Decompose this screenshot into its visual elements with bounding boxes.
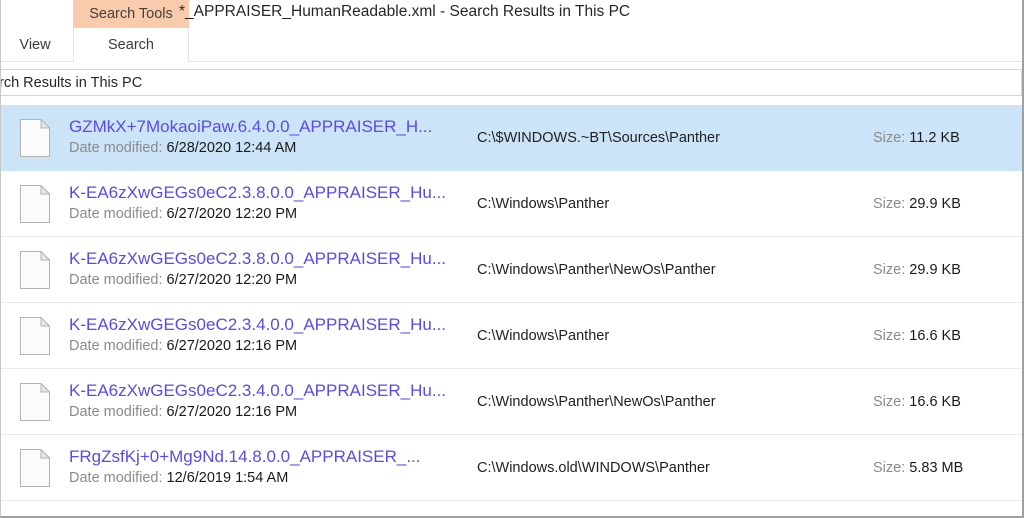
file-date-modified: Date modified: 6/27/2020 12:16 PM [69,339,469,355]
file-icon-cell [1,449,69,487]
size-label: Size: [873,130,905,146]
tab-search[interactable]: Search [73,28,189,62]
document-icon [20,251,50,289]
file-row[interactable]: GZMkX+7MokaoiPaw.6.4.0.0_APPRAISER_H... D… [1,105,1022,171]
file-name-cell: FRgZsfKj+0+Mg9Nd.14.8.0.0_APPRAISER_... D… [69,448,469,488]
size-value: 16.6 KB [909,394,961,410]
file-size: Size: 29.9 KB [869,196,1022,212]
file-date-modified: Date modified: 12/6/2019 1:54 AM [69,471,469,487]
file-size: Size: 16.6 KB [869,328,1022,344]
document-icon [20,317,50,355]
size-label: Size: [873,328,905,344]
size-label: Size: [873,262,905,278]
file-name[interactable]: K-EA6zXwGEGs0eC2.3.8.0.0_APPRAISER_Hu... [69,184,469,203]
address-bar[interactable]: rch Results in This PC [0,69,1022,96]
file-path: C:\Windows\Panther [469,196,869,212]
tab-view[interactable]: View [9,28,61,62]
date-modified-value: 6/27/2020 12:16 PM [167,338,298,354]
window-title: *_APPRAISER_HumanReadable.xml - Search R… [179,3,630,21]
document-icon [20,383,50,421]
search-results-list: GZMkX+7MokaoiPaw.6.4.0.0_APPRAISER_H... D… [1,105,1022,501]
file-name[interactable]: GZMkX+7MokaoiPaw.6.4.0.0_APPRAISER_H... [69,118,469,137]
size-value: 5.83 MB [909,460,963,476]
file-size: Size: 16.6 KB [869,394,1022,410]
file-name[interactable]: FRgZsfKj+0+Mg9Nd.14.8.0.0_APPRAISER_... [69,448,469,467]
file-name-cell: K-EA6zXwGEGs0eC2.3.8.0.0_APPRAISER_Hu...… [69,250,469,290]
file-date-modified: Date modified: 6/28/2020 12:44 AM [69,141,469,157]
file-row[interactable]: K-EA6zXwGEGs0eC2.3.8.0.0_APPRAISER_Hu...… [1,171,1022,237]
file-name[interactable]: K-EA6zXwGEGs0eC2.3.8.0.0_APPRAISER_Hu... [69,250,469,269]
date-modified-label: Date modified: [69,140,163,156]
file-row[interactable]: K-EA6zXwGEGs0eC2.3.4.0.0_APPRAISER_Hu...… [1,369,1022,435]
size-value: 16.6 KB [909,328,961,344]
date-modified-value: 6/27/2020 12:20 PM [167,272,298,288]
file-path: C:\Windows\Panther [469,328,869,344]
date-modified-value: 12/6/2019 1:54 AM [167,470,289,486]
file-path: C:\Windows\Panther\NewOs\Panther [469,262,869,278]
file-name-cell: K-EA6zXwGEGs0eC2.3.8.0.0_APPRAISER_Hu...… [69,184,469,224]
date-modified-value: 6/28/2020 12:44 AM [167,140,297,156]
file-icon-cell [1,119,69,157]
address-bar-text: rch Results in This PC [0,75,142,91]
address-bar-zone: rch Results in This PC [1,62,1022,105]
size-label: Size: [873,196,905,212]
date-modified-value: 6/27/2020 12:16 PM [167,404,298,420]
document-icon [20,449,50,487]
date-modified-label: Date modified: [69,272,163,288]
file-name-cell: K-EA6zXwGEGs0eC2.3.4.0.0_APPRAISER_Hu...… [69,382,469,422]
file-icon-cell [1,383,69,421]
file-name-cell: K-EA6zXwGEGs0eC2.3.4.0.0_APPRAISER_Hu...… [69,316,469,356]
file-name[interactable]: K-EA6zXwGEGs0eC2.3.4.0.0_APPRAISER_Hu... [69,316,469,335]
document-icon [20,119,50,157]
date-modified-label: Date modified: [69,404,163,420]
date-modified-value: 6/27/2020 12:20 PM [167,206,298,222]
file-row[interactable]: K-EA6zXwGEGs0eC2.3.8.0.0_APPRAISER_Hu...… [1,237,1022,303]
date-modified-label: Date modified: [69,338,163,354]
file-icon-cell [1,185,69,223]
file-row[interactable]: K-EA6zXwGEGs0eC2.3.4.0.0_APPRAISER_Hu...… [1,303,1022,369]
contextual-tab-search-tools: Search Tools [73,0,189,28]
size-label: Size: [873,460,905,476]
file-date-modified: Date modified: 6/27/2020 12:20 PM [69,273,469,289]
file-date-modified: Date modified: 6/27/2020 12:16 PM [69,405,469,421]
size-value: 29.9 KB [909,196,961,212]
ribbon-tab-strip: View Search [1,28,1022,62]
size-label: Size: [873,394,905,410]
file-icon-cell [1,317,69,355]
file-name[interactable]: K-EA6zXwGEGs0eC2.3.4.0.0_APPRAISER_Hu... [69,382,469,401]
title-bar: Search Tools *_APPRAISER_HumanReadable.x… [1,0,1022,28]
date-modified-label: Date modified: [69,470,163,486]
file-size: Size: 29.9 KB [869,262,1022,278]
size-value: 29.9 KB [909,262,961,278]
file-path: C:\Windows.old\WINDOWS\Panther [469,460,869,476]
file-path: C:\$WINDOWS.~BT\Sources\Panther [469,130,869,146]
file-size: Size: 5.83 MB [869,460,1022,476]
file-icon-cell [1,251,69,289]
file-path: C:\Windows\Panther\NewOs\Panther [469,394,869,410]
document-icon [20,185,50,223]
date-modified-label: Date modified: [69,206,163,222]
file-name-cell: GZMkX+7MokaoiPaw.6.4.0.0_APPRAISER_H... D… [69,118,469,158]
file-date-modified: Date modified: 6/27/2020 12:20 PM [69,207,469,223]
size-value: 11.2 KB [909,130,960,146]
file-row[interactable]: FRgZsfKj+0+Mg9Nd.14.8.0.0_APPRAISER_... D… [1,435,1022,501]
file-size: Size: 11.2 KB [869,130,1022,146]
file-explorer-window: Search Tools *_APPRAISER_HumanReadable.x… [0,0,1024,518]
